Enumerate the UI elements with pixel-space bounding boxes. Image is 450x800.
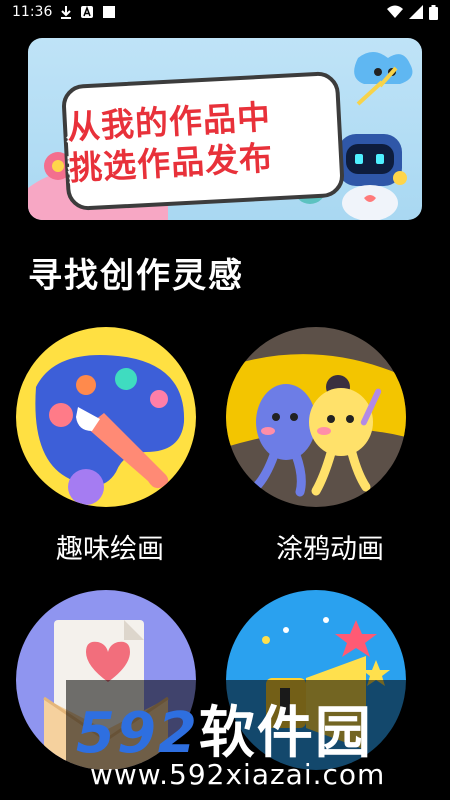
- publish-works-banner[interactable]: 从我的作品中 挑选作品发布: [28, 38, 422, 220]
- watermark-logo-digits: 592: [76, 701, 199, 766]
- banner-text: 从我的作品中 挑选作品发布: [66, 93, 330, 188]
- battery-icon: [429, 4, 438, 20]
- a-notification-icon: [81, 5, 94, 18]
- square-notification-icon: [103, 6, 116, 18]
- cloud-character-icon: [374, 68, 382, 76]
- watermark-logo: 592软件园: [76, 688, 373, 769]
- watermark-url: www.592xiazai.com: [90, 758, 386, 791]
- watermark-logo-text: 软件园: [198, 701, 373, 766]
- status-time: 11:36: [12, 4, 53, 20]
- watermark-overlay: 592软件园 www.592xiazai.com: [66, 680, 450, 800]
- tile-doodle-animation[interactable]: [226, 327, 406, 507]
- status-right: [387, 4, 438, 20]
- tile-doodle-animation-label[interactable]: 涂鸦动画: [220, 527, 440, 566]
- cartoon-characters-icon: [226, 354, 406, 497]
- status-bar: 11:36: [0, 0, 450, 24]
- wifi-icon: [387, 5, 403, 18]
- download-icon: [61, 6, 72, 19]
- signal-icon: [409, 5, 423, 19]
- tile-fun-painting[interactable]: [16, 327, 196, 507]
- status-left: 11:36: [12, 4, 116, 20]
- tile-fun-painting-label[interactable]: 趣味绘画: [0, 527, 220, 566]
- section-title: 寻找创作灵感: [28, 256, 244, 296]
- palette-icon: [35, 355, 185, 505]
